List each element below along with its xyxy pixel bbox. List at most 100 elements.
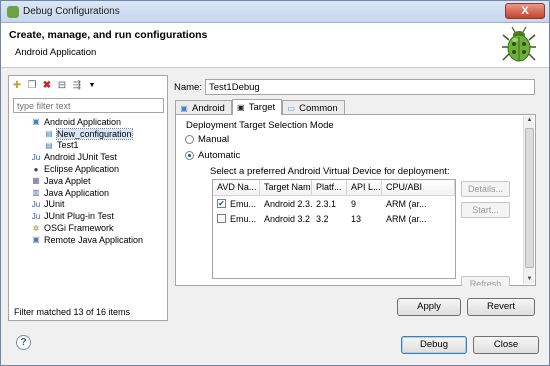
tree-item-label: Android Application [44, 116, 122, 127]
new-config-icon[interactable]: ✚ [11, 80, 23, 92]
android-tab-icon: ▣ [180, 103, 188, 113]
debug-button[interactable]: Debug [401, 336, 467, 354]
tree-item[interactable]: Ju Android JUnit Test [9, 151, 167, 163]
tab-label: Target [248, 102, 276, 113]
junit-plugin-icon: Ju [31, 211, 41, 221]
table-cell: Android 2.3.1 [260, 199, 312, 209]
details-button[interactable]: Details... [461, 181, 510, 197]
applet-icon: ▦ [32, 176, 40, 186]
radio-circle-manual[interactable] [185, 135, 194, 144]
tree-item[interactable]: ▣ Android Application [9, 116, 167, 128]
duplicate-icon[interactable]: ❐ [26, 80, 38, 92]
tree-item[interactable]: ● Eclipse Application [9, 163, 167, 175]
table-row[interactable]: ✔ Emu... Android 2.3.1 2.3.1 9 ARM (ar... [213, 196, 455, 211]
section-title: Deployment Target Selection Mode [186, 120, 334, 131]
android-app-icon: ▣ [32, 117, 40, 127]
scroll-up-icon[interactable]: ▲ [525, 116, 534, 125]
tree-item[interactable]: ✲ OSGi Framework [9, 222, 167, 234]
tree-item[interactable]: ▥ Java Application [9, 187, 167, 199]
tree-item-label: OSGi Framework [44, 223, 114, 234]
avd-checkbox[interactable] [217, 214, 226, 223]
apply-button[interactable]: Apply [397, 298, 461, 316]
manual-label: Manual [198, 134, 230, 145]
tree-item[interactable]: ▣ Remote Java Application [9, 234, 167, 246]
automatic-radio[interactable]: Automatic [185, 150, 240, 161]
table-row[interactable]: Emu... Android 3.2 3.2 13 ARM (ar... [213, 211, 455, 226]
table-cell: 9 [347, 199, 382, 209]
name-field[interactable] [205, 79, 535, 95]
scroll-down-icon[interactable]: ▼ [525, 275, 534, 284]
configuration-tree: ▣ Android Application ▤ New_configuration ▤ T… [9, 116, 167, 246]
target-tab-icon: ▣ [236, 103, 245, 112]
target-tab-panel: Deployment Target Selection Mode Manual … [175, 114, 536, 286]
close-window-button[interactable]: X [505, 3, 545, 19]
config-icon: ▤ [45, 129, 53, 139]
table-cell: 3.2 [312, 214, 347, 224]
tree-toolbar: ✚ ❐ ✖ ⊟ ⇶ ▼ [11, 78, 98, 94]
debug-configurations-window: Debug Configurations X Create, manage, a… [0, 0, 550, 366]
tree-item-label: Java Applet [44, 175, 91, 186]
tab-label: Android [192, 102, 225, 114]
common-tab-icon: ▭ [287, 103, 295, 113]
table-cell: ARM (ar... [382, 214, 455, 224]
panel-scrollbar[interactable]: ▲ ▼ [523, 116, 534, 284]
tree-item-label: Android JUnit Test [44, 152, 117, 163]
table-cell: 2.3.1 [312, 199, 347, 209]
tab-label: Common [299, 102, 338, 114]
filter-input[interactable] [13, 98, 164, 113]
tree-item-label: JUnit [44, 199, 65, 210]
name-label: Name: [174, 82, 202, 93]
table-cell: 13 [347, 214, 382, 224]
help-icon[interactable]: ? [16, 335, 31, 350]
cell-text: 3.2 [316, 213, 329, 224]
refresh-button[interactable]: Refresh [461, 276, 510, 286]
filter-icon[interactable]: ⇶ [71, 80, 83, 92]
config-icon: ▤ [45, 140, 53, 150]
tree-item[interactable]: ▤ Test1 [9, 140, 167, 152]
chevron-down-icon[interactable]: ▼ [86, 80, 98, 92]
tree-item-label: JUnit Plug-in Test [44, 211, 114, 222]
tab-android[interactable]: ▣ Android [175, 100, 232, 115]
tree-item[interactable]: ▦ Java Applet [9, 175, 167, 187]
column-header[interactable]: API L... [347, 180, 382, 195]
radio-circle-automatic[interactable] [185, 151, 194, 160]
tree-item[interactable]: Ju JUnit Plug-in Test [9, 210, 167, 222]
tree-item[interactable]: Ju JUnit [9, 199, 167, 211]
cell-text: 13 [351, 213, 362, 224]
cell-text: ARM (ar... [386, 213, 427, 224]
tree-item-label: Remote Java Application [44, 234, 144, 245]
table-cell: Android 3.2 [260, 214, 312, 224]
tree-item[interactable]: ▤ New_configuration [9, 127, 167, 140]
manual-radio[interactable]: Manual [185, 134, 229, 145]
column-header[interactable]: CPU/ABI [382, 180, 455, 195]
tab-common[interactable]: ▭ Common [282, 100, 345, 115]
delete-icon[interactable]: ✖ [41, 80, 53, 92]
header-title: Create, manage, and run configurations [9, 29, 208, 41]
java-app-icon: ▥ [32, 188, 40, 198]
collapse-all-icon[interactable]: ⊟ [56, 80, 68, 92]
eclipse-icon: ● [33, 164, 39, 174]
revert-button[interactable]: Revert [467, 298, 535, 316]
start-button[interactable]: Start... [461, 202, 510, 218]
avd-checkbox[interactable]: ✔ [217, 199, 226, 208]
cell-text: 2.3.1 [316, 198, 337, 209]
title-bar: Debug Configurations X [1, 1, 549, 23]
config-tabs: ▣ Android ▣ Target ▭ Common [175, 99, 345, 115]
table-cell: ✔ Emu... [213, 199, 260, 209]
column-header[interactable]: Target Name [260, 180, 312, 195]
cell-text: 9 [351, 198, 357, 209]
osgi-icon: ✲ [32, 223, 40, 233]
table-cell: ARM (ar... [382, 199, 455, 209]
table-cell: Emu... [213, 214, 260, 224]
tree-item-label: Test1 [57, 140, 79, 151]
cell-text: ARM (ar... [386, 198, 427, 209]
scroll-thumb[interactable] [525, 128, 534, 268]
tab-target[interactable]: ▣ Target [231, 99, 283, 115]
tree-item-label: New_configuration [56, 127, 133, 140]
column-header[interactable]: AVD Na... [213, 180, 260, 195]
dialog-header: Create, manage, and run configurations A… [1, 23, 549, 68]
window-title: Debug Configurations [23, 6, 120, 17]
close-button[interactable]: Close [473, 336, 539, 354]
avd-table-header: AVD Na... Target Name Platf... API L... CPU/… [213, 180, 455, 196]
column-header[interactable]: Platf... [312, 180, 347, 195]
